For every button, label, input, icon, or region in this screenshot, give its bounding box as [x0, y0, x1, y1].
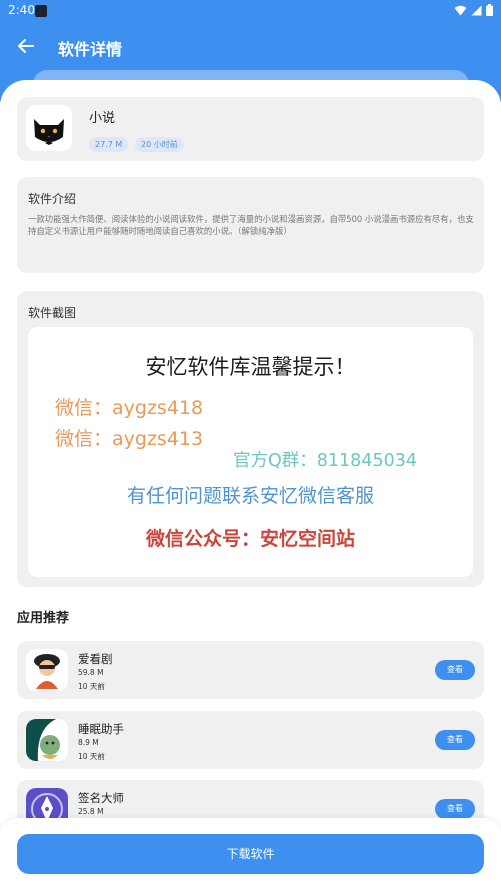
intro-heading: 软件介绍: [28, 192, 77, 206]
notice-contact: 有任何问题联系安忆微信客服: [126, 485, 374, 507]
recommend-name: 睡眠助手: [78, 722, 124, 736]
recommend-time: 10 天前: [78, 682, 105, 691]
screenshot-image[interactable]: 安忆软件库温馨提示！ 微信：aygzs418 微信：aygzs413 官方Q群：…: [28, 327, 473, 577]
screenshots-heading: 软件截图: [28, 306, 77, 320]
recommend-item[interactable]: 睡眠助手 8.9 M 10 天前 查看: [17, 711, 484, 769]
content-sheet: 小说 27.7 M 20 小时前 软件介绍 一款功能强大作简便、阅读体验的小说阅…: [0, 80, 501, 891]
intro-text: 一款功能强大作简便、阅读体验的小说阅读软件，提供了海量的小说和漫画资源，自带50…: [28, 214, 474, 236]
recommend-size: 59.8 M: [78, 668, 104, 677]
app-info-card: 小说 27.7 M 20 小时前: [17, 97, 484, 161]
status-bar: 2:40: [0, 0, 501, 22]
notice-official-account: 微信公众号：安忆空间站: [145, 528, 355, 550]
app-updated-badge: 20 小时前: [135, 137, 184, 152]
intro-card: 软件介绍 一款功能强大作简便、阅读体验的小说阅读软件，提供了海量的小说和漫画资源…: [17, 177, 484, 273]
wifi-icon: [454, 5, 467, 15]
bottom-bar: 下载软件: [0, 818, 501, 891]
system-icons: [454, 4, 493, 16]
notice-wechat-2: 微信：aygzs413: [55, 428, 204, 450]
view-button[interactable]: 查看: [435, 799, 475, 819]
notice-wechat-1: 微信：aygzs418: [55, 397, 204, 419]
page-title: 软件详情: [58, 40, 123, 59]
view-button[interactable]: 查看: [435, 660, 475, 680]
status-time: 2:40: [8, 3, 35, 17]
recommend-heading: 应用推荐: [17, 611, 70, 626]
notification-icon: [35, 5, 47, 17]
character-icon: [26, 649, 68, 691]
screenshots-card: 软件截图 安忆软件库温馨提示！ 微信：aygzs418 微信：aygzs413 …: [17, 291, 484, 587]
recommend-size: 8.9 M: [78, 738, 99, 747]
recommend-time: 10 天前: [78, 752, 105, 761]
signal-icon: [471, 5, 482, 15]
recommend-name: 签名大师: [78, 791, 124, 805]
app-size-badge: 27.7 M: [89, 137, 129, 152]
recommend-item[interactable]: 爱看剧 59.8 M 10 天前 查看: [17, 641, 484, 699]
view-button[interactable]: 查看: [435, 730, 475, 750]
download-button[interactable]: 下载软件: [17, 834, 484, 874]
app-icon: [26, 649, 68, 691]
recommend-size: 25.8 M: [78, 807, 104, 816]
cat-icon: [26, 105, 72, 151]
back-arrow-icon[interactable]: [14, 34, 38, 58]
app-icon: [26, 719, 68, 761]
sleep-icon: [26, 719, 68, 761]
recommend-name: 爱看剧: [78, 652, 113, 666]
app-name: 小说: [89, 111, 116, 126]
notice-title: 安忆软件库温馨提示！: [145, 355, 356, 379]
notice-qq-group: 官方Q群：811845034: [233, 451, 417, 471]
battery-icon: [486, 4, 493, 16]
app-icon: [26, 105, 72, 151]
